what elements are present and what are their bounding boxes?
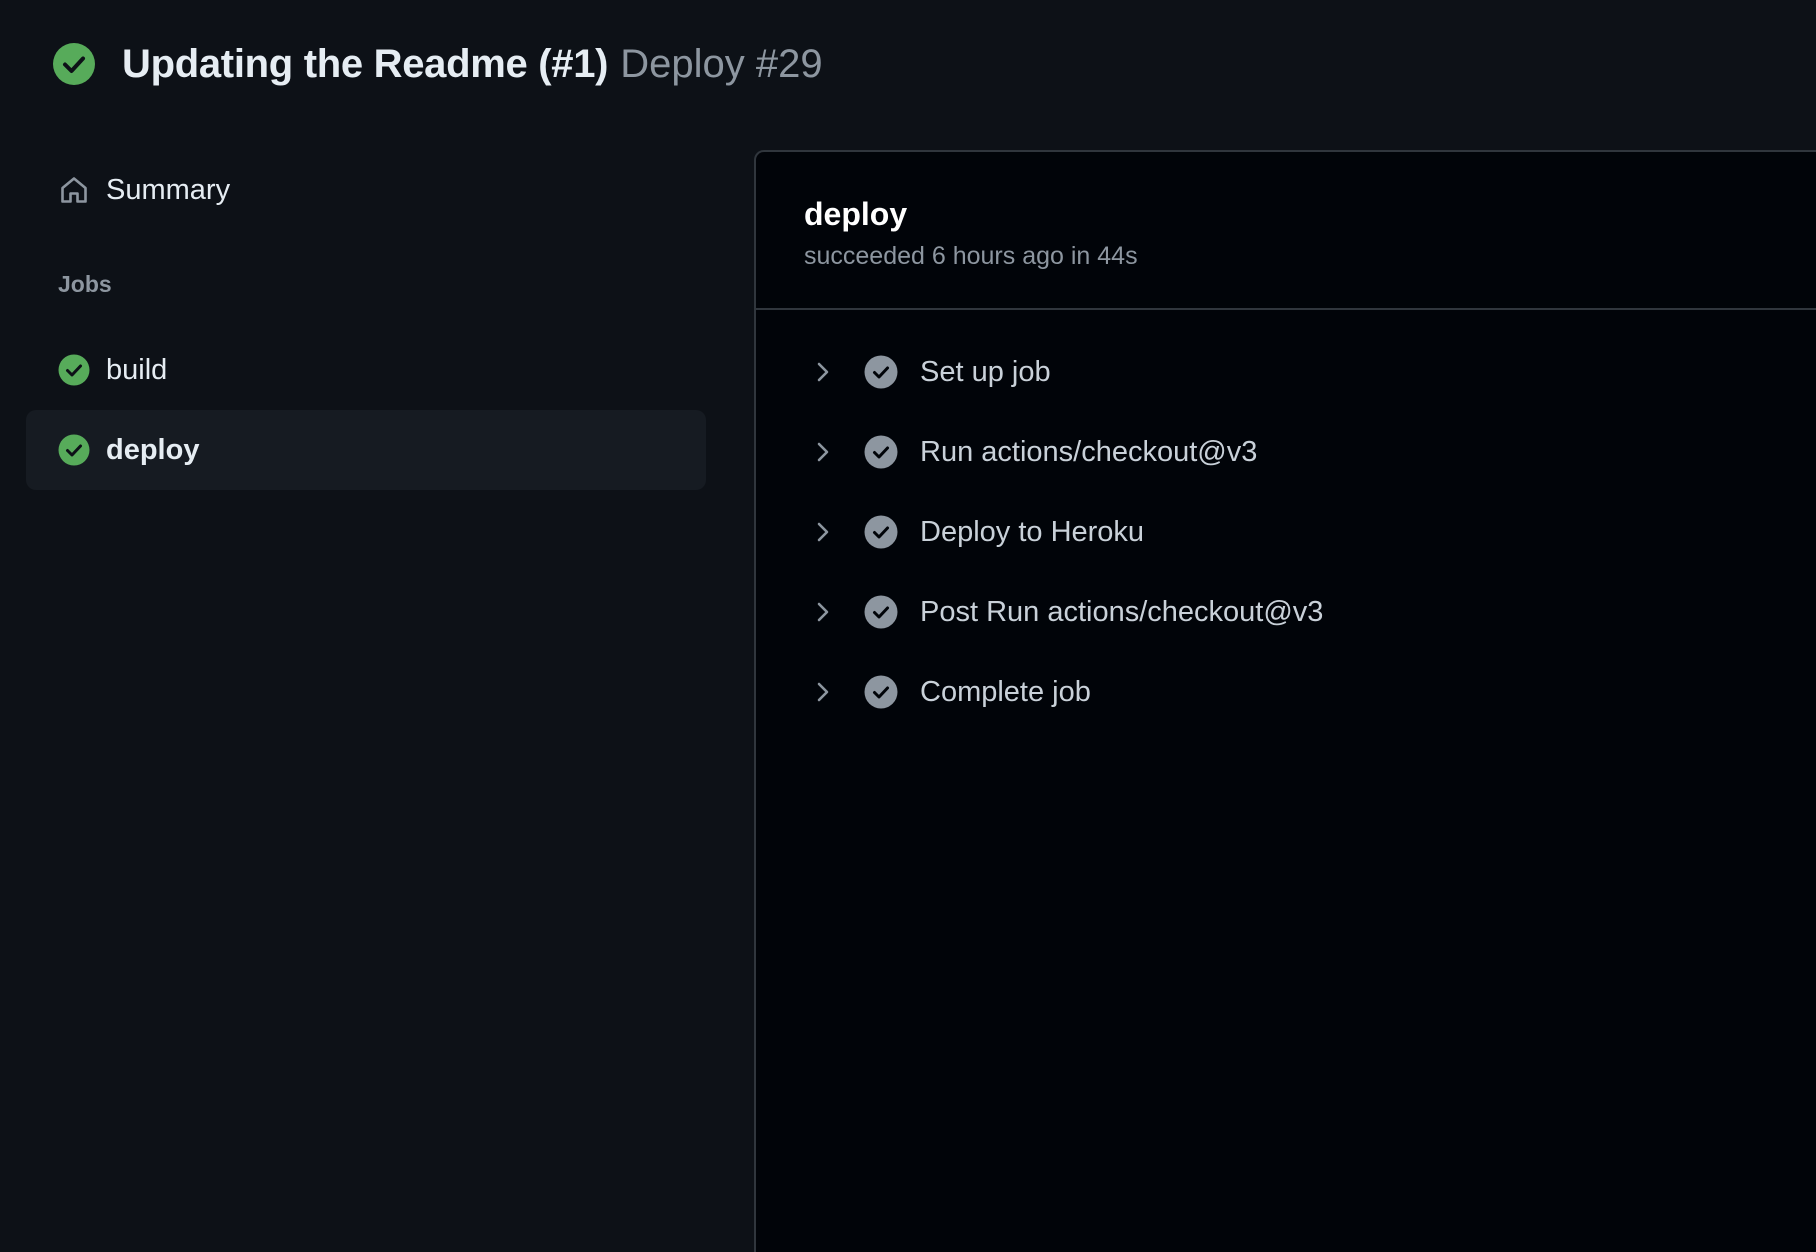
check-circle-fill-icon	[864, 675, 898, 709]
sidebar-item-summary[interactable]: Summary	[26, 150, 706, 230]
step-label: Deploy to Heroku	[920, 515, 1145, 548]
job-detail-panel: deploy succeeded 6 hours ago in 44s Set …	[754, 150, 1816, 1252]
sidebar-item-label: deploy	[106, 433, 200, 466]
step-label: Run actions/checkout@v3	[920, 435, 1258, 468]
sidebar-item-label: Summary	[106, 173, 231, 206]
check-circle-fill-icon	[864, 435, 898, 469]
step-label: Post Run actions/checkout@v3	[920, 595, 1324, 628]
sidebar-item-deploy[interactable]: deploy	[26, 410, 706, 490]
check-circle-fill-icon	[58, 434, 90, 466]
check-circle-fill-icon	[53, 43, 95, 85]
chevron-right-icon[interactable]	[810, 519, 836, 545]
step-label: Complete job	[920, 675, 1091, 708]
chevron-right-icon[interactable]	[810, 359, 836, 385]
step-post-run-checkout[interactable]: Post Run actions/checkout@v3	[756, 572, 1816, 652]
step-run-checkout[interactable]: Run actions/checkout@v3	[756, 412, 1816, 492]
job-title: deploy	[804, 196, 908, 232]
step-set-up-job[interactable]: Set up job	[756, 332, 1816, 412]
step-list: Set up job Run actions/checkout@v3 Deplo…	[756, 310, 1816, 732]
home-icon	[61, 177, 87, 203]
step-label: Set up job	[920, 355, 1051, 388]
sidebar-item-build[interactable]: build	[26, 330, 706, 410]
jobs-heading: Jobs	[58, 271, 112, 297]
chevron-right-icon[interactable]	[810, 439, 836, 465]
chevron-right-icon[interactable]	[810, 679, 836, 705]
job-list: build deploy	[26, 330, 706, 490]
run-title: Updating the Readme (#1)	[122, 41, 609, 86]
sidebar-item-label: build	[106, 353, 168, 386]
check-circle-fill-icon	[864, 515, 898, 549]
check-circle-fill-icon	[58, 354, 90, 386]
job-header: deploy succeeded 6 hours ago in 44s	[756, 152, 1816, 310]
check-circle-fill-icon	[864, 355, 898, 389]
chevron-right-icon[interactable]	[810, 599, 836, 625]
step-complete-job[interactable]: Complete job	[756, 652, 1816, 732]
sidebar: Summary Jobs build deploy	[26, 150, 706, 490]
check-circle-fill-icon	[864, 595, 898, 629]
run-header: Updating the Readme (#1) Deploy #29	[52, 38, 823, 90]
step-deploy-to-heroku[interactable]: Deploy to Heroku	[756, 492, 1816, 572]
run-subtitle: Deploy #29	[620, 41, 823, 86]
job-status-text: succeeded 6 hours ago in 44s	[804, 242, 1138, 270]
